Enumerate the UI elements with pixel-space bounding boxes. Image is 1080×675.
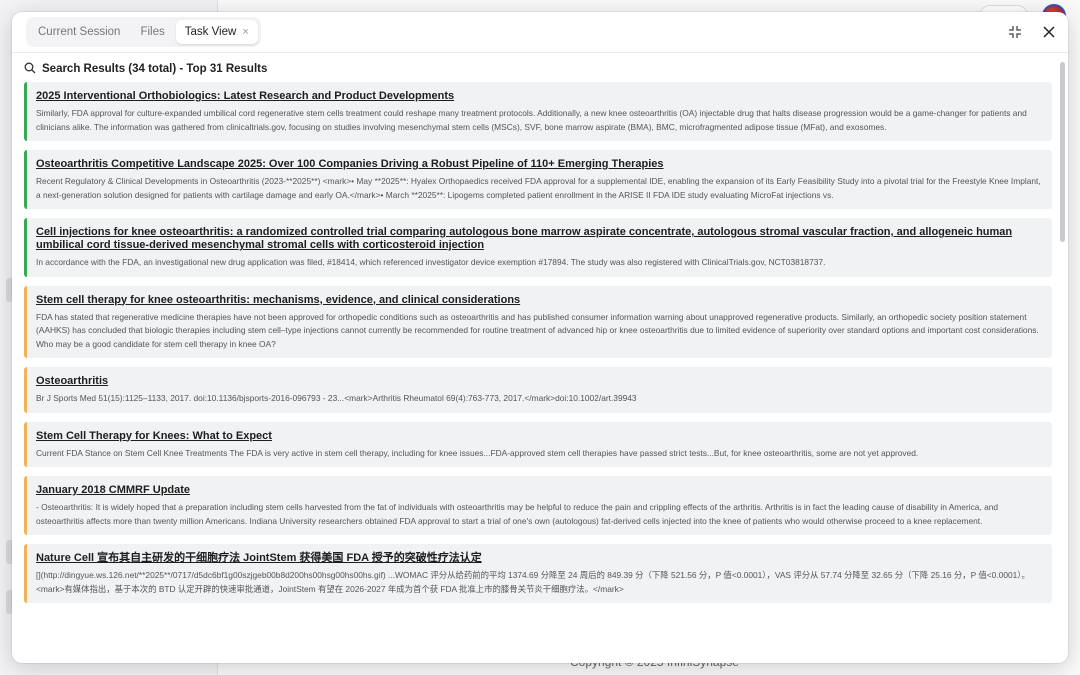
result-snippet: Br J Sports Med 51(15):1125–1133, 2017. … <box>36 393 637 403</box>
result-title-link[interactable]: Osteoarthritis <box>36 375 1042 388</box>
tab-bar: Current Session Files Task View × <box>26 17 261 47</box>
tab-label: Files <box>140 26 165 38</box>
result-card: Osteoarthritis Br J Sports Med 51(15):11… <box>24 367 1052 413</box>
result-snippet: - Osteoarthritis: It is widely hoped tha… <box>36 502 999 526</box>
result-card: January 2018 CMMRF Update - Osteoarthrit… <box>24 476 1052 535</box>
search-summary-line: Search Results (34 total) - Top 31 Resul… <box>12 57 1068 81</box>
result-title-link[interactable]: Stem cell therapy for knee osteoarthriti… <box>36 294 1042 307</box>
result-snippet: Current FDA Stance on Stem Cell Knee Tre… <box>36 447 919 458</box>
result-card: Osteoarthritis Competitive Landscape 202… <box>24 150 1052 209</box>
result-title-link[interactable]: Nature Cell 宣布其自主研发的干细胞疗法 JointStem 获得美国… <box>36 552 1042 565</box>
close-icon[interactable] <box>1040 23 1058 41</box>
result-title-link[interactable]: 2025 Interventional Orthobiologics: Late… <box>36 90 1042 103</box>
tab-close-icon[interactable]: × <box>242 26 248 38</box>
result-title-link[interactable]: Cell injections for knee osteoarthritis:… <box>36 226 1042 252</box>
result-card: Nature Cell 宣布其自主研发的干细胞疗法 JointStem 获得美国… <box>24 544 1052 603</box>
collapse-icon[interactable] <box>1006 23 1024 41</box>
task-view-modal: Current Session Files Task View × Search… <box>12 12 1068 663</box>
search-summary: Search Results (34 total) - Top 31 Resul… <box>42 63 268 75</box>
tab-label: Task View <box>184 26 237 38</box>
header-actions <box>1006 23 1058 41</box>
result-snippet: FDA has stated that regenerative medicin… <box>36 311 1039 349</box>
result-snippet: Recent Regulatory & Clinical Development… <box>36 176 1041 200</box>
modal-header: Current Session Files Task View × <box>12 12 1068 53</box>
result-snippet: Similarly, FDA approval for culture-expa… <box>36 108 1027 132</box>
tab-label: Current Session <box>38 26 121 38</box>
result-snippet: [](http://dingyue.ws.126.net/**2025**/07… <box>36 570 1030 594</box>
tab-task-view[interactable]: Task View × <box>175 20 258 44</box>
search-icon <box>24 62 36 77</box>
tab-current-session[interactable]: Current Session <box>29 20 129 44</box>
results-list[interactable]: 2025 Interventional Orthobiologics: Late… <box>24 82 1052 663</box>
result-title-link[interactable]: January 2018 CMMRF Update <box>36 484 1042 497</box>
result-title-link[interactable]: Osteoarthritis Competitive Landscape 202… <box>36 158 1042 171</box>
result-card: Stem Cell Therapy for Knees: What to Exp… <box>24 421 1052 467</box>
tab-files[interactable]: Files <box>131 20 173 44</box>
result-title-link[interactable]: Stem Cell Therapy for Knees: What to Exp… <box>36 430 1042 443</box>
result-snippet: In accordance with the FDA, an investiga… <box>36 257 826 267</box>
result-card: 2025 Interventional Orthobiologics: Late… <box>24 82 1052 141</box>
result-card: Cell injections for knee osteoarthritis:… <box>24 218 1052 277</box>
results-scrollbar[interactable] <box>1060 62 1065 242</box>
result-card: Stem cell therapy for knee osteoarthriti… <box>24 285 1052 358</box>
